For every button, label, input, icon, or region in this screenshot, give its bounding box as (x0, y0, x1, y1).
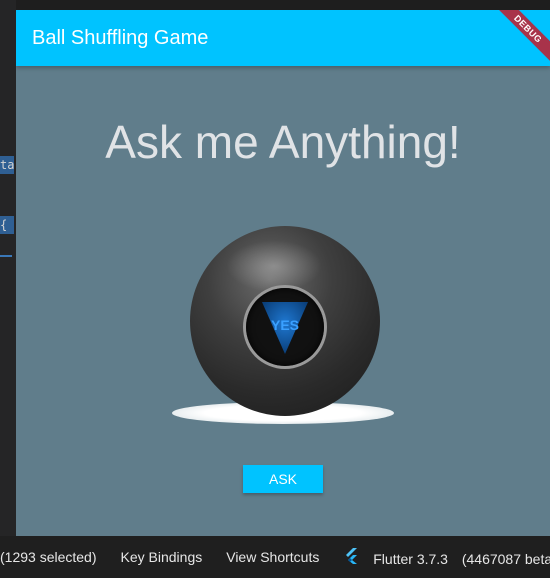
ball-gloss (226, 240, 322, 292)
ask-button[interactable]: ASK (243, 465, 323, 493)
editor-code-token[interactable]: { (0, 216, 14, 234)
app-bar: Ball Shuffling Game (16, 10, 550, 66)
magic-8-ball: YES (190, 226, 380, 416)
editor-code-token[interactable]: ta (0, 156, 14, 174)
editor-divider (0, 255, 12, 257)
selection-status[interactable]: (1293 selected) (0, 549, 97, 565)
flutter-label: Flutter 3.7.3 (373, 550, 448, 567)
key-bindings-status[interactable]: Key Bindings (121, 549, 203, 565)
app-title: Ball Shuffling Game (32, 26, 209, 49)
headline: Ask me Anything! (105, 116, 461, 168)
flutter-logo-icon (346, 547, 358, 564)
ball-answer-window: YES (246, 288, 324, 366)
ball-answer-text: YES (270, 317, 299, 333)
app-window: Ball Shuffling Game DEBUG Ask me Anythin… (16, 10, 550, 536)
flutter-build: (4467087 beta) (461, 550, 550, 567)
editor-gutter: ta { (0, 0, 16, 536)
view-shortcuts-status[interactable]: View Shortcuts (226, 549, 319, 565)
status-bar: (1293 selected) Key Bindings View Shortc… (0, 536, 550, 578)
flutter-version-status[interactable]: Flutter 3.7.3 (4467087 beta) (345, 547, 550, 567)
